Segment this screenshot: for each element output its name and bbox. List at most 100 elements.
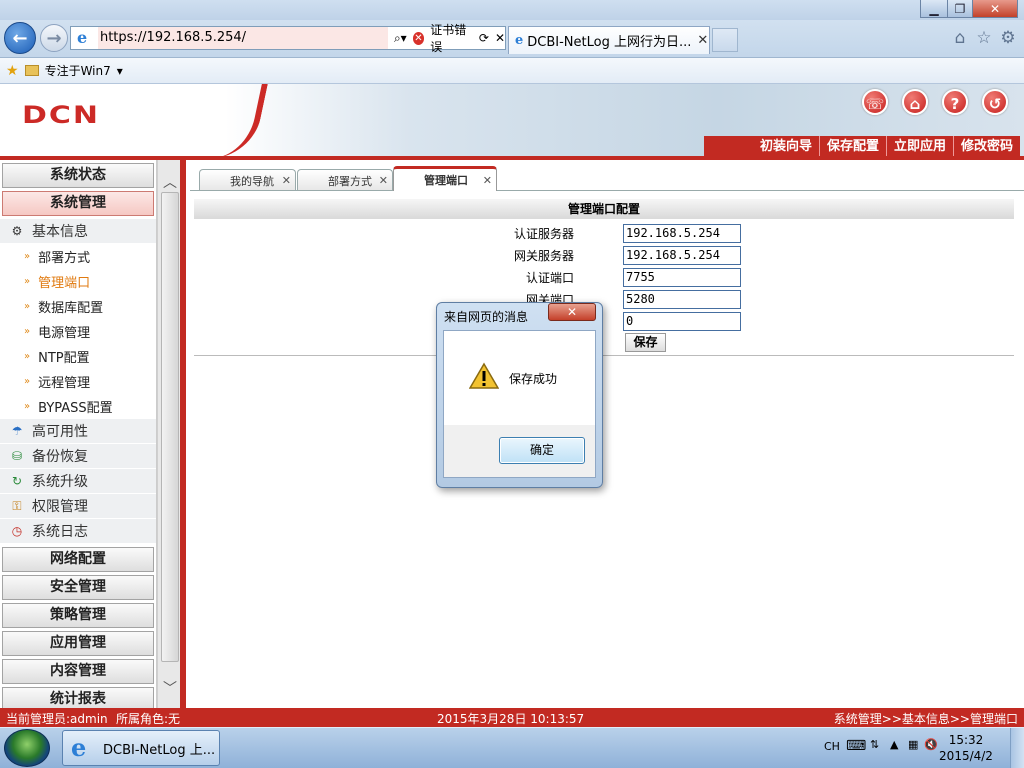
status-breadcrumb: 系统管理>>基本信息>>管理端口 [833,712,1018,726]
form-row-gateway-server: 网关服务器 192.168.5.254 [420,244,1020,266]
save-button[interactable]: 保存 [625,333,666,352]
sidebar-category-basic-info[interactable]: ⚙ 基本信息 [0,219,156,244]
favorites-star-icon[interactable]: ☆ [974,28,994,48]
home-icon[interactable]: ⌂ [902,89,928,115]
address-bar[interactable]: e https://192.168.5.254/ ⌕▾ ✕ 证书错误 ⟳ ✕ [70,23,506,54]
network-icon[interactable]: ▦ [908,738,918,751]
sidebar-scrollbar-thumb[interactable] [161,192,179,662]
gateway-server-input[interactable]: 192.168.5.254 [623,245,741,265]
back-button[interactable]: ← [4,22,36,54]
field-label: 认证端口 [525,270,574,285]
sidebar-item-remote-management[interactable]: » 远程管理 [0,369,156,394]
taskbar-clock[interactable]: 15:32 2015/4/2 [936,732,996,764]
sidebar-item-bypass-config[interactable]: » BYPASS配置 [0,394,156,419]
language-indicator[interactable]: CH [824,740,840,753]
item-label: 电源管理 [38,326,91,341]
search-icon[interactable]: ⌕▾ [394,31,407,46]
gear-icon: ⚙ [11,224,23,238]
window-close-button[interactable]: ✕ [972,0,1018,18]
show-desktop-button[interactable] [1010,728,1024,768]
field-5-input[interactable]: 0 [623,311,741,331]
home-icon[interactable]: ⌂ [950,28,970,48]
sidebar-item-ntp-config[interactable]: » NTP配置 [0,344,156,369]
taskbar-item-ie[interactable]: e DCBI-NetLog 上... [62,730,220,766]
form-row-auth-server: 认证服务器 192.168.5.254 [420,222,1020,244]
cert-error-text[interactable]: 证书错误 [430,21,473,55]
bullet-icon: » [24,376,31,387]
tab-label: 我的导航 [230,174,274,188]
dialog-close-button[interactable]: ✕ [548,303,596,321]
sidebar-category-high-availability[interactable]: ☂ 高可用性 [0,419,156,444]
tab-deploy-mode[interactable]: 部署方式 ✕ [297,169,393,191]
sidebar-section-application[interactable]: 应用管理 [2,631,154,656]
input-mode-icon[interactable]: ⇅ [870,738,879,751]
sidebar-section-reports[interactable]: 统计报表 [2,687,154,708]
sidebar-category-permission[interactable]: ⚿ 权限管理 [0,494,156,519]
bullet-icon: » [24,276,31,287]
sidebar: 系统状态 系统管理 ⚙ 基本信息 » 部署方式 » 管理端口 » 数据库配置 » 电源管… [0,160,157,708]
tab-close-icon[interactable]: ✕ [697,33,708,48]
sidebar-item-database-config[interactable]: » 数据库配置 [0,294,156,319]
category-label: 系统日志 [32,524,88,540]
sidebar-section-system-status[interactable]: 系统状态 [2,163,154,188]
minimize-button[interactable]: ▁ [920,0,948,18]
nav-setup-wizard[interactable]: 初装向导 [753,136,819,158]
cert-error-icon: ✕ [412,31,425,45]
favorites-add-icon[interactable]: ★ [6,63,19,79]
tab-close-icon[interactable]: ✕ [483,174,492,187]
dialog-message: 保存成功 [509,372,558,386]
tab-management-port[interactable]: 管理端口 ✕ [393,166,497,191]
forward-button[interactable]: → [40,24,68,52]
auth-server-input[interactable]: 192.168.5.254 [623,223,741,243]
sidebar-item-deploy-mode[interactable]: » 部署方式 [0,244,156,269]
status-role: 所属角色:无 [116,712,181,726]
ok-button[interactable]: 确定 [499,437,585,464]
dialog-title: 来自网页的消息 [444,310,529,324]
sidebar-item-management-port[interactable]: » 管理端口 [0,269,156,294]
tab-close-icon[interactable]: ✕ [282,174,291,187]
new-tab-button[interactable] [712,28,738,52]
tab-baseline [190,190,1024,191]
auth-port-input[interactable]: 7755 [623,267,741,287]
phone-icon[interactable]: ☏ [862,89,888,115]
nav-change-password[interactable]: 修改密码 [952,136,1020,158]
favorites-item[interactable]: 专注于Win7 [45,62,111,79]
category-label: 高可用性 [32,424,88,440]
sidebar-section-content[interactable]: 内容管理 [2,659,154,684]
tray-expand-icon[interactable]: ▲ [890,738,898,751]
browser-tab-active[interactable]: e DCBI-NetLog 上网行为日... ✕ [508,26,710,54]
sidebar-category-system-log[interactable]: ◷ 系统日志 [0,519,156,544]
tab-my-navigation[interactable]: 我的导航 ✕ [199,169,296,191]
scroll-up-arrow-icon[interactable]: ︿ [160,172,180,192]
settings-gear-icon[interactable]: ⚙ [998,28,1018,48]
scroll-down-arrow-icon[interactable]: ﹀ [160,678,180,698]
gateway-port-input[interactable]: 5280 [623,289,741,309]
sidebar-item-power-management[interactable]: » 电源管理 [0,319,156,344]
nav-apply-now[interactable]: 立即应用 [885,136,953,158]
start-button[interactable] [4,729,50,767]
sidebar-category-backup-restore[interactable]: ⛁ 备份恢复 [0,444,156,469]
sidebar-section-policy[interactable]: 策略管理 [2,603,154,628]
dcn-logo: DCN [22,101,101,130]
banner-nav: 初装向导 保存配置 立即应用 修改密码 [704,136,1020,158]
item-label: NTP配置 [38,351,90,366]
item-label: 数据库配置 [38,301,104,316]
url-text[interactable]: https://192.168.5.254/ [97,27,388,49]
sidebar-section-network-config[interactable]: 网络配置 [2,547,154,572]
category-label: 系统升级 [32,474,88,490]
sidebar-section-system-management[interactable]: 系统管理 [2,191,154,216]
clock-time: 15:32 [948,733,984,747]
logout-icon[interactable]: ↺ [982,89,1008,115]
keyboard-icon[interactable]: ⌨ [846,738,866,754]
dropdown-arrow-icon[interactable]: ▾ [117,64,123,78]
maximize-button[interactable]: ❐ [947,0,973,18]
help-icon[interactable]: ? [942,89,968,115]
bullet-icon: » [24,401,31,412]
nav-save-config[interactable]: 保存配置 [818,136,886,158]
sidebar-section-security[interactable]: 安全管理 [2,575,154,600]
tab-close-icon[interactable]: ✕ [379,174,388,187]
refresh-icon[interactable]: ⟳ [479,31,489,45]
sidebar-category-system-upgrade[interactable]: ↻ 系统升级 [0,469,156,494]
log-icon: ◷ [11,524,23,538]
stop-icon[interactable]: ✕ [495,31,505,45]
